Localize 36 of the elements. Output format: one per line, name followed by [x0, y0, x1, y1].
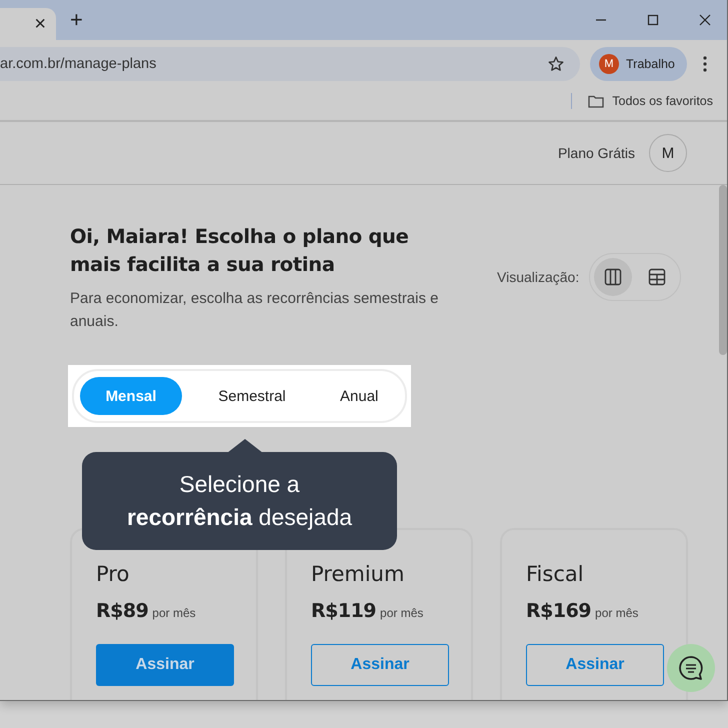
plan-name: Pro: [96, 562, 130, 586]
close-tab-button[interactable]: ×: [34, 14, 46, 34]
new-tab-button[interactable]: +: [70, 9, 83, 31]
bookmark-folder[interactable]: Todos os favoritos: [588, 94, 713, 108]
chat-button[interactable]: [667, 644, 715, 692]
page-heading: Oi, Maiara! Escolha o plano que mais facilita a sua rotina: [70, 224, 410, 278]
recurrence-tab[interactable]: Anual: [322, 377, 396, 415]
view-label: Visualização:: [497, 269, 580, 285]
price-period: por mês: [595, 606, 638, 620]
user-avatar[interactable]: M: [649, 134, 687, 172]
folder-icon: [588, 94, 604, 108]
page-subtitle: Para economizar, escolha as recorrências semestrais e anuais.: [70, 289, 440, 332]
price-period: por mês: [380, 606, 424, 620]
columns-icon: [604, 268, 622, 286]
close-icon[interactable]: [699, 14, 711, 26]
plan-label: Plano Grátis: [558, 145, 635, 161]
maximize-icon[interactable]: [647, 14, 659, 26]
scrollbar-thumb[interactable]: [719, 185, 727, 355]
table-icon: [648, 268, 666, 286]
profile-button[interactable]: M Trabalho: [590, 47, 687, 81]
browser-tab[interactable]: ×: [0, 8, 56, 40]
columns-view-button[interactable]: [594, 258, 632, 296]
plan-name: Premium: [311, 562, 406, 586]
recurrence-tab[interactable]: Semestral: [192, 377, 312, 415]
address-bar[interactable]: ar.com.br/manage-plans: [0, 47, 580, 81]
menu-icon[interactable]: [702, 56, 707, 72]
price-period: por mês: [152, 606, 196, 620]
plan-price: R$169: [526, 600, 592, 622]
plan-price: R$89: [96, 600, 148, 622]
chat-icon: [678, 655, 704, 681]
plan-name: Fiscal: [526, 562, 585, 586]
url-text: ar.com.br/manage-plans: [0, 56, 156, 72]
tooltip-arrow: [227, 439, 263, 453]
plan-price: R$119: [311, 600, 376, 622]
star-icon[interactable]: [547, 55, 565, 73]
tooltip: Selecione a recorrência desejada: [82, 452, 397, 550]
